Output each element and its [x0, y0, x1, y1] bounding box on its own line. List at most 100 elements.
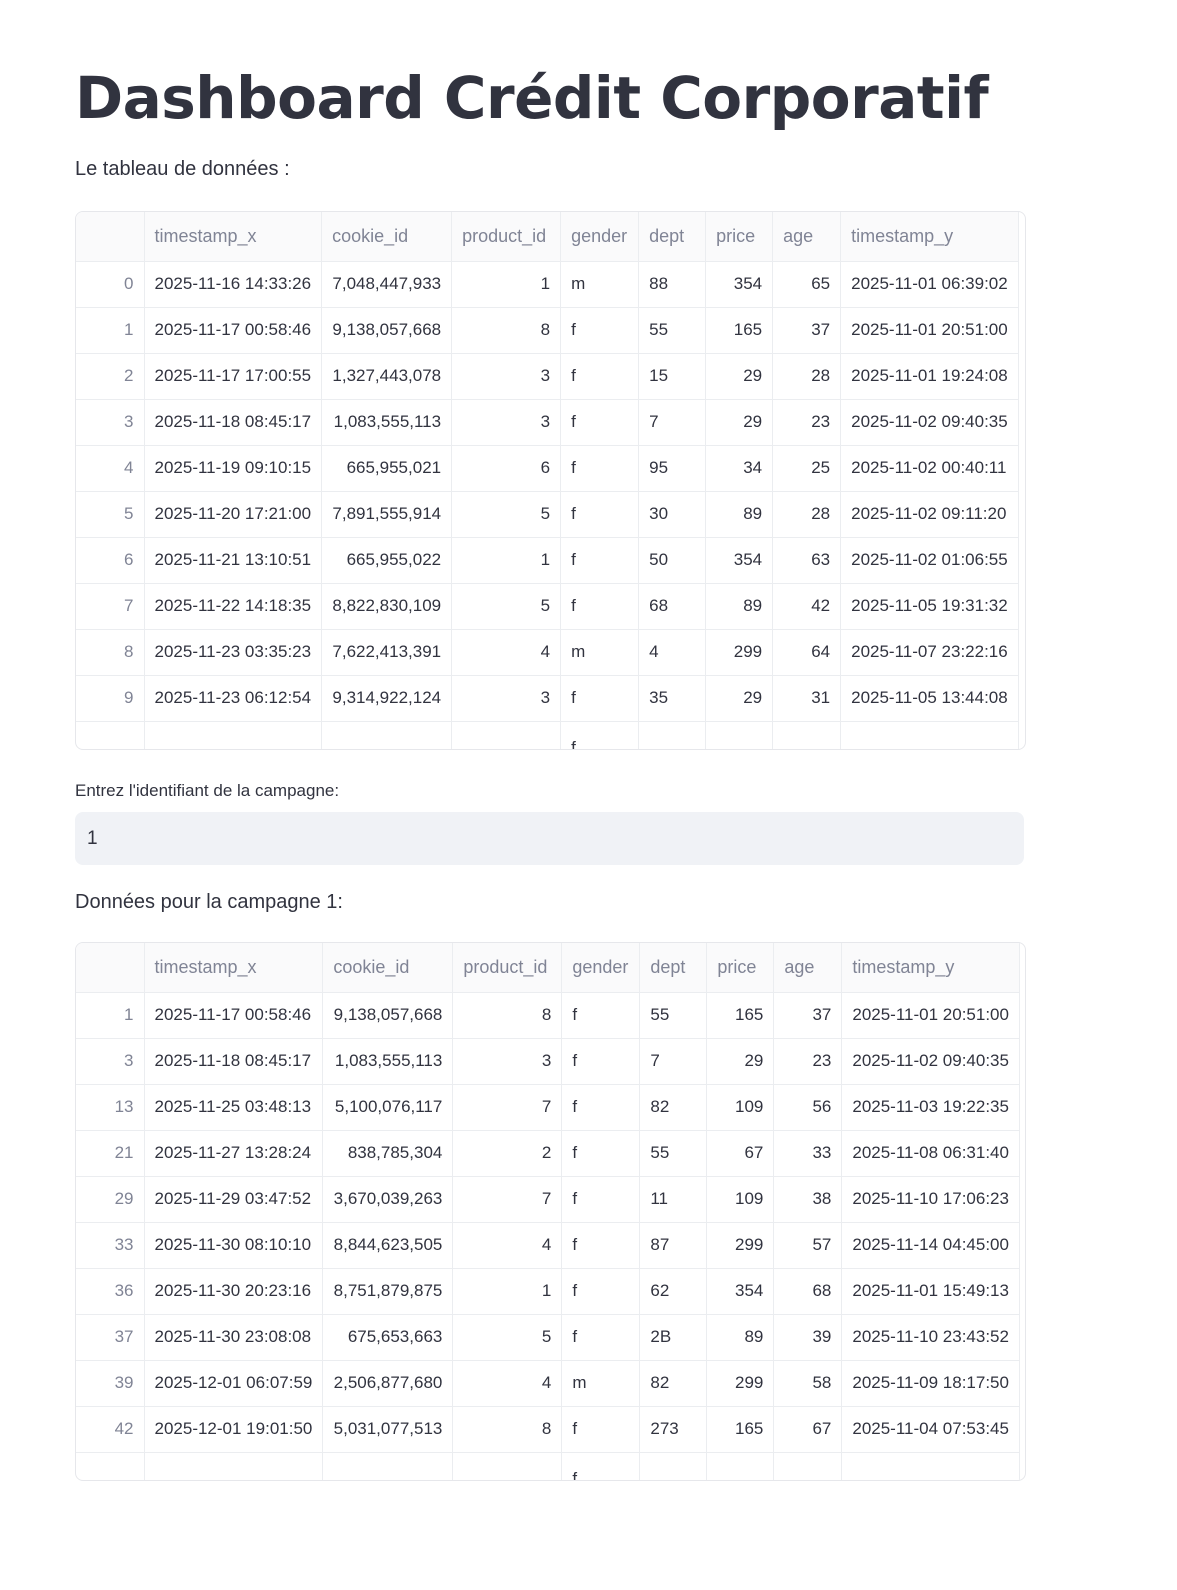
table-cell[interactable]: 354: [705, 537, 774, 584]
table-cell[interactable]: 82: [639, 1360, 708, 1407]
table-cell[interactable]: 55: [639, 1130, 708, 1177]
row-index-cell[interactable]: 9: [76, 675, 145, 722]
table-cell[interactable]: 2025-11-05 13:44:08: [840, 675, 1020, 722]
table-cell[interactable]: 15: [638, 353, 707, 400]
table-cell[interactable]: f: [561, 1314, 641, 1361]
table-cell[interactable]: 6: [451, 445, 562, 492]
table-cell[interactable]: f: [561, 1038, 641, 1085]
row-index-cell[interactable]: 4: [76, 445, 145, 492]
table-cell[interactable]: 63: [772, 537, 842, 584]
column-header[interactable]: dept: [638, 212, 707, 262]
table-cell[interactable]: 64: [772, 629, 842, 676]
table-cell[interactable]: 2025-11-03 19:22:35: [841, 1084, 1021, 1131]
table-cell[interactable]: [322, 1452, 454, 1480]
campaign-id-input[interactable]: [75, 812, 1024, 865]
table-row[interactable]: 36 2025-11-30 20:23:16 8,751,879,875 1 f 62 35…: [76, 1268, 1021, 1315]
column-header[interactable]: timestamp_y: [841, 943, 1021, 993]
table-row-partial[interactable]: f: [76, 721, 1020, 749]
table-cell[interactable]: 2B: [639, 1314, 708, 1361]
table-cell[interactable]: 2025-11-10 23:43:52: [841, 1314, 1021, 1361]
table-cell[interactable]: 87: [639, 1222, 708, 1269]
table-cell[interactable]: 5: [452, 1314, 563, 1361]
table-cell[interactable]: 1: [451, 537, 562, 584]
table-cell[interactable]: 2025-11-02 09:11:20: [840, 491, 1020, 538]
column-header[interactable]: gender: [561, 943, 641, 993]
table-cell[interactable]: 9,138,057,668: [321, 307, 453, 354]
table-cell[interactable]: 665,955,021: [321, 445, 453, 492]
table-cell[interactable]: 37: [772, 307, 842, 354]
table-cell[interactable]: 2025-11-01 20:51:00: [841, 992, 1021, 1039]
row-index-cell[interactable]: 3: [76, 399, 145, 446]
table-cell[interactable]: [321, 721, 453, 749]
table-cell[interactable]: 30: [638, 491, 707, 538]
table-cell[interactable]: [773, 1452, 843, 1480]
table-cell[interactable]: 25: [772, 445, 842, 492]
table-cell[interactable]: 29: [706, 1038, 775, 1085]
table-row[interactable]: 1 2025-11-17 00:58:46 9,138,057,668 8 f 55 165…: [76, 307, 1020, 354]
row-index-cell[interactable]: 1: [76, 992, 145, 1039]
table-cell[interactable]: m: [560, 629, 640, 676]
table-cell[interactable]: 50: [638, 537, 707, 584]
table-cell[interactable]: [452, 1452, 563, 1480]
table-cell[interactable]: 1: [452, 1268, 563, 1315]
table-cell[interactable]: f: [561, 1084, 641, 1131]
table-cell[interactable]: 2025-11-01 19:24:08: [840, 353, 1020, 400]
table-cell[interactable]: f: [561, 1452, 641, 1480]
table-cell[interactable]: 23: [773, 1038, 843, 1085]
table-cell[interactable]: 4: [638, 629, 707, 676]
table-cell[interactable]: 68: [638, 583, 707, 630]
table-cell[interactable]: 11: [639, 1176, 708, 1223]
table-cell[interactable]: 2025-11-09 18:17:50: [841, 1360, 1021, 1407]
table-cell[interactable]: f: [560, 675, 640, 722]
column-header[interactable]: product_id: [452, 943, 563, 993]
row-index-cell[interactable]: 42: [76, 1406, 145, 1453]
table-cell[interactable]: 2025-11-14 04:45:00: [841, 1222, 1021, 1269]
table-row[interactable]: 5 2025-11-20 17:21:00 7,891,555,914 5 f 30 89 2…: [76, 491, 1020, 538]
table-cell[interactable]: 88: [638, 261, 707, 308]
table-cell[interactable]: [76, 721, 145, 749]
table-cell[interactable]: f: [561, 1222, 641, 1269]
row-index-cell[interactable]: 3: [76, 1038, 145, 1085]
table-row[interactable]: 1 2025-11-17 00:58:46 9,138,057,668 8 f 55 165…: [76, 992, 1021, 1039]
row-index-cell[interactable]: 0: [76, 261, 145, 308]
table-row-partial[interactable]: f: [76, 1452, 1021, 1480]
table-cell[interactable]: 2025-11-01 20:51:00: [840, 307, 1020, 354]
table-cell[interactable]: 67: [706, 1130, 775, 1177]
table-cell[interactable]: 1,083,555,113: [322, 1038, 454, 1085]
table-cell[interactable]: 95: [638, 445, 707, 492]
table-cell[interactable]: 58: [773, 1360, 843, 1407]
table-row[interactable]: 4 2025-11-19 09:10:15 665,955,021 6 f 95 34 25 2…: [76, 445, 1020, 492]
table-cell[interactable]: f: [560, 399, 640, 446]
table-cell[interactable]: 4: [452, 1360, 563, 1407]
table-cell[interactable]: [706, 1452, 775, 1480]
table-cell[interactable]: 2025-11-17 00:58:46: [144, 307, 323, 354]
table-cell[interactable]: 2025-11-18 08:45:17: [144, 1038, 324, 1085]
table-cell[interactable]: [144, 721, 323, 749]
column-header[interactable]: gender: [560, 212, 640, 262]
table-row[interactable]: 0 2025-11-16 14:33:26 7,048,447,933 1 m 88 354…: [76, 261, 1020, 308]
table-cell[interactable]: [144, 1452, 324, 1480]
table-cell[interactable]: f: [560, 353, 640, 400]
table-cell[interactable]: 2025-11-10 17:06:23: [841, 1176, 1021, 1223]
table-cell[interactable]: 2025-11-30 20:23:16: [144, 1268, 324, 1315]
table-cell[interactable]: 42: [772, 583, 842, 630]
table-cell[interactable]: 7: [639, 1038, 708, 1085]
column-header[interactable]: cookie_id: [322, 943, 454, 993]
row-index-cell[interactable]: 13: [76, 1084, 145, 1131]
table-cell[interactable]: 2025-11-23 06:12:54: [144, 675, 323, 722]
table-cell[interactable]: 37: [773, 992, 843, 1039]
column-header[interactable]: dept: [639, 943, 708, 993]
table-cell[interactable]: 8: [451, 307, 562, 354]
table-cell[interactable]: 8: [452, 1406, 563, 1453]
table-cell[interactable]: 273: [639, 1406, 708, 1453]
table-cell[interactable]: 29: [705, 399, 774, 446]
table-cell[interactable]: 3: [451, 353, 562, 400]
table-cell[interactable]: 35: [638, 675, 707, 722]
column-header[interactable]: age: [773, 943, 843, 993]
table-cell[interactable]: m: [561, 1360, 641, 1407]
table-row[interactable]: 7 2025-11-22 14:18:35 8,822,830,109 5 f 68 89 4…: [76, 583, 1020, 630]
table-cell[interactable]: 2025-11-02 00:40:11: [840, 445, 1020, 492]
table-row[interactable]: 13 2025-11-25 03:48:13 5,100,076,117 7 f 82 10…: [76, 1084, 1021, 1131]
column-header[interactable]: timestamp_x: [144, 212, 323, 262]
table-cell[interactable]: f: [561, 1130, 641, 1177]
